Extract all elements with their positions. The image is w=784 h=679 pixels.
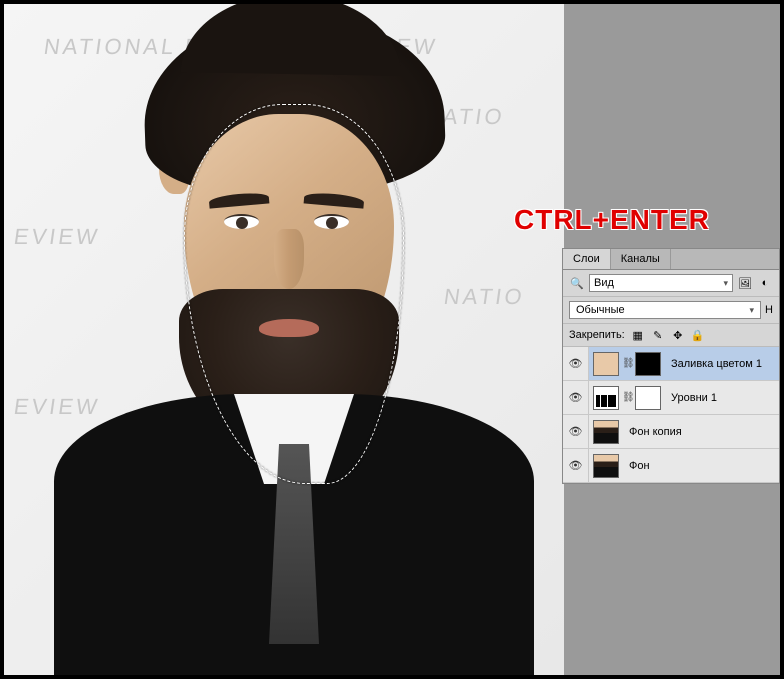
eye-icon xyxy=(569,425,583,438)
tab-channels[interactable]: Каналы xyxy=(611,249,671,269)
eye-icon xyxy=(569,391,583,404)
layer-name[interactable]: Фон копия xyxy=(623,426,779,438)
panel-tabs: Слои Каналы xyxy=(563,249,779,270)
lock-all-icon[interactable]: 🔒 xyxy=(691,328,705,342)
blend-mode-value: Обычные xyxy=(576,304,625,316)
tab-layers[interactable]: Слои xyxy=(563,249,611,269)
layer-thumbnail[interactable] xyxy=(593,386,619,410)
lock-paint-icon[interactable]: ✎ xyxy=(651,328,665,342)
chevron-down-icon xyxy=(750,304,755,316)
layer-filter-select[interactable]: Вид xyxy=(589,274,733,292)
layer-row[interactable]: Фон копия xyxy=(563,415,779,449)
visibility-toggle[interactable] xyxy=(563,415,589,448)
photo-subject xyxy=(54,14,534,675)
lock-position-icon[interactable]: ✥ xyxy=(671,328,685,342)
layer-row[interactable]: ⛓ Уровни 1 xyxy=(563,381,779,415)
layers-panel: Слои Каналы 🔍 Вид 🖼 ◐ Обычные Н Закрепит… xyxy=(562,248,780,484)
visibility-toggle[interactable] xyxy=(563,381,589,414)
visibility-toggle[interactable] xyxy=(563,449,589,482)
layer-thumbnail[interactable] xyxy=(593,454,619,478)
link-icon[interactable]: ⛓ xyxy=(622,358,632,369)
layer-name[interactable]: Уровни 1 xyxy=(665,392,779,404)
app-frame: NATIONAL BOARD OF REVIEW NATIO EVIEW NAT… xyxy=(4,4,780,675)
layer-mask-thumbnail[interactable] xyxy=(635,352,661,376)
link-icon[interactable]: ⛓ xyxy=(622,392,632,403)
layer-mask-thumbnail[interactable] xyxy=(635,386,661,410)
layers-list: ⛓ Заливка цветом 1 ⛓ Уровни 1 xyxy=(563,347,779,483)
eye-icon xyxy=(569,459,583,472)
visibility-toggle[interactable] xyxy=(563,347,589,380)
layer-filter-label: Вид xyxy=(594,277,614,289)
filter-adjust-icon[interactable]: ◐ xyxy=(757,275,773,291)
opacity-label: Н xyxy=(765,304,773,316)
filter-image-icon[interactable]: 🖼 xyxy=(737,275,753,291)
layer-name[interactable]: Фон xyxy=(623,460,779,472)
chevron-down-icon xyxy=(723,277,728,289)
layer-name[interactable]: Заливка цветом 1 xyxy=(665,358,779,370)
layer-row[interactable]: ⛓ Заливка цветом 1 xyxy=(563,347,779,381)
shortcut-annotation: CTRL+ENTER xyxy=(514,204,710,236)
canvas-area[interactable]: NATIONAL BOARD OF REVIEW NATIO EVIEW NAT… xyxy=(4,4,564,675)
blend-mode-select[interactable]: Обычные xyxy=(569,301,761,319)
search-icon[interactable]: 🔍 xyxy=(569,275,585,291)
eye-icon xyxy=(569,357,583,370)
lock-transparency-icon[interactable]: ▦ xyxy=(631,328,645,342)
layer-row[interactable]: Фон xyxy=(563,449,779,483)
layer-thumbnail[interactable] xyxy=(593,420,619,444)
lock-label: Закрепить: xyxy=(569,329,625,341)
layer-thumbnail[interactable] xyxy=(593,352,619,376)
